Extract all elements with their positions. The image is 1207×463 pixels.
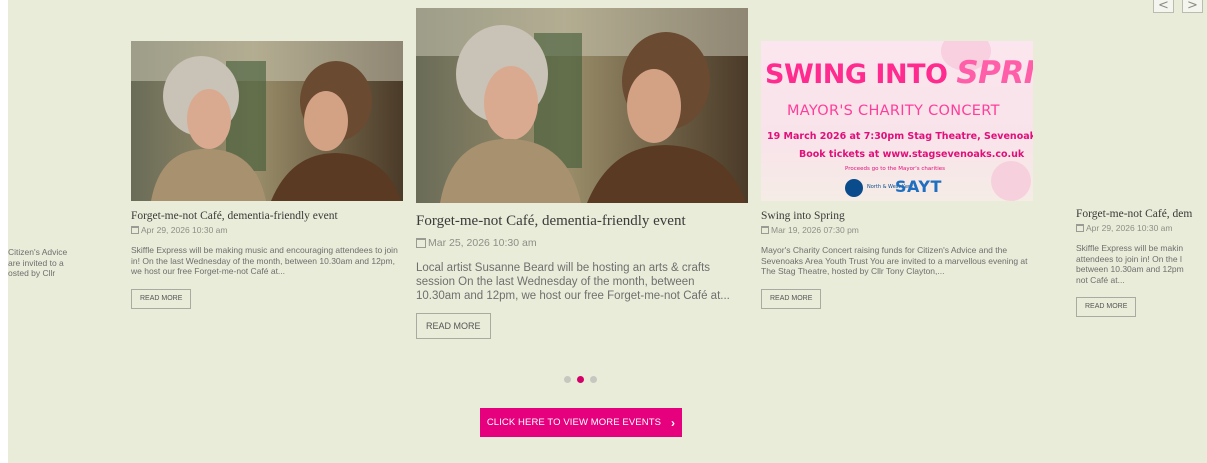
read-more-button[interactable]: READ MORE (761, 288, 822, 309)
events-carousel: < > Citizen's Advice are invited to a os… (8, 0, 1207, 463)
event-image[interactable] (416, 8, 748, 203)
event-excerpt: Skiffle Express will be making music and… (131, 245, 398, 276)
event-card: Forget-me-not Café, dementia-friendly ev… (131, 41, 403, 309)
calendar-icon (1076, 224, 1084, 232)
chevron-right-icon: > (1187, 0, 1198, 13)
event-poster[interactable]: SWING INTO SPRING MAYOR'S CHARITY CONCER… (761, 41, 1033, 201)
event-card: SWING INTO SPRING MAYOR'S CHARITY CONCER… (761, 41, 1033, 309)
event-excerpt: Skiffle Express will be makin attendees … (1076, 243, 1184, 285)
chevron-left-icon: < (1158, 0, 1169, 13)
event-excerpt: Local artist Susanne Beard will be hosti… (416, 262, 730, 302)
calendar-icon (131, 226, 139, 234)
carousel-pagination (564, 376, 597, 383)
citizens-advice-logo (845, 179, 863, 197)
chevron-right-icon: › (671, 415, 676, 430)
ghost-card-excerpt: Citizen's Advice are invited to a osted … (8, 247, 68, 278)
event-title[interactable]: Forget-me-not Café, dementia-friendly ev… (131, 210, 403, 222)
event-title[interactable]: Forget-me-not Café, dementia-friendly ev… (416, 213, 748, 230)
event-date: Mar 19, 2026 07:30 pm (761, 225, 1033, 235)
read-more-button[interactable]: READ MORE (131, 288, 192, 309)
event-card-active: Forget-me-not Café, dementia-friendly ev… (416, 8, 748, 339)
calendar-icon (416, 238, 426, 248)
pagination-dot-active[interactable] (577, 376, 584, 383)
cta-label: CLICK HERE TO VIEW MORE EVENTS (486, 417, 662, 428)
event-date: Apr 29, 2026 10:30 am (131, 225, 403, 235)
event-title[interactable]: Swing into Spring (761, 210, 1033, 222)
pagination-dot[interactable] (564, 376, 571, 383)
calendar-icon (761, 226, 769, 234)
event-card: Forget-me-not Café, dem Apr 29, 2026 10:… (1076, 208, 1207, 317)
sayt-logo: SAYT (895, 177, 942, 196)
event-date: Mar 25, 2026 10:30 am (416, 237, 748, 249)
event-excerpt: Mayor's Charity Concert raising funds fo… (761, 245, 1028, 276)
event-title[interactable]: Forget-me-not Café, dem (1076, 208, 1207, 220)
event-date: Apr 29, 2026 10:30 am (1076, 223, 1207, 233)
read-more-button[interactable]: READ MORE (1076, 297, 1137, 317)
read-more-button[interactable]: READ MORE (416, 313, 491, 339)
carousel-next-button[interactable]: > (1182, 0, 1203, 13)
view-more-events-button[interactable]: CLICK HERE TO VIEW MORE EVENTS › (480, 408, 682, 437)
event-image[interactable] (131, 41, 403, 201)
pagination-dot[interactable] (590, 376, 597, 383)
carousel-prev-button[interactable]: < (1153, 0, 1174, 13)
